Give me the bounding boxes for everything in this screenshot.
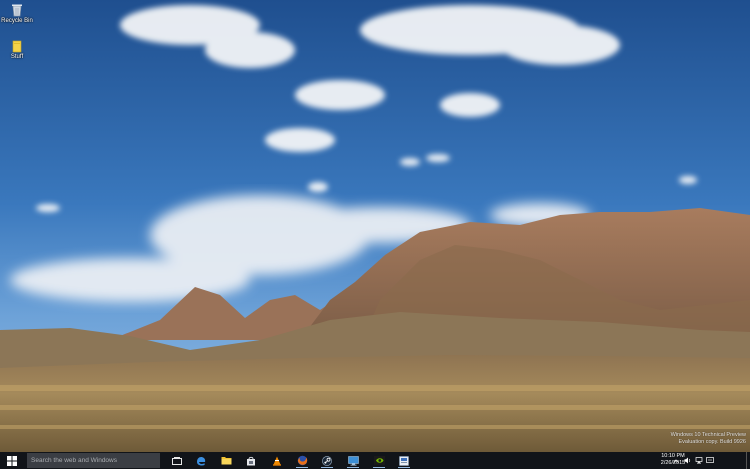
wallpaper-image — [0, 0, 750, 452]
input-icon — [705, 457, 714, 463]
taskbar-store[interactable] — [242, 453, 260, 468]
firefox-icon — [297, 455, 307, 466]
task-view-icon — [172, 456, 182, 465]
watermark-line-1: Windows 10 Technical Preview — [670, 432, 746, 438]
folder-icon — [12, 40, 22, 53]
watermark-line-2: Evaluation copy. Build 9926 — [678, 439, 746, 445]
taskbar-firefox[interactable] — [293, 453, 311, 468]
clock[interactable]: 10:10 PM 2/26/2015 — [651, 453, 695, 467]
desktop-icon-stuff[interactable]: Stuff — [0, 40, 34, 60]
taskbar-vlc[interactable] — [268, 453, 286, 468]
nvidia-icon — [373, 456, 385, 465]
taskbar-nvidia[interactable] — [370, 453, 388, 468]
taskbar: Search the web and Windows 10:10 PM 2/26… — [0, 452, 750, 469]
taskbar-task-view[interactable] — [168, 453, 186, 468]
taskbar-app[interactable] — [395, 453, 413, 468]
app-icon — [399, 455, 409, 466]
desktop-icon-label: Stuff — [10, 54, 24, 60]
clock-time: 10:10 PM — [661, 453, 685, 459]
edge-icon — [197, 456, 206, 466]
desktop[interactable]: Recycle Bin Stuff Windows 10 Technical P… — [0, 0, 750, 452]
steam-icon — [322, 455, 332, 466]
taskbar-file-explorer[interactable] — [217, 453, 235, 468]
file-explorer-icon — [221, 457, 231, 465]
tray-input[interactable] — [705, 456, 714, 465]
recycle-bin-icon — [12, 4, 22, 17]
tray-network[interactable] — [694, 456, 703, 465]
taskbar-remote-desktop[interactable] — [344, 453, 362, 468]
taskbar-steam[interactable] — [318, 453, 336, 468]
clock-date: 2/26/2015 — [660, 460, 686, 466]
taskbar-edge[interactable] — [192, 453, 210, 468]
desktop-icon-recycle-bin[interactable]: Recycle Bin — [0, 3, 34, 24]
search-placeholder: Search the web and Windows — [31, 457, 117, 464]
network-icon — [695, 457, 702, 464]
remote-desktop-icon — [347, 455, 359, 465]
show-desktop-button[interactable] — [746, 452, 750, 469]
evaluation-watermark: Windows 10 Technical Preview Evaluation … — [616, 432, 746, 446]
desktop-icon-label: Recycle Bin — [1, 18, 33, 24]
search-box[interactable]: Search the web and Windows — [27, 453, 160, 468]
store-icon — [247, 456, 255, 465]
vlc-icon — [273, 456, 281, 466]
start-button[interactable] — [0, 452, 24, 469]
windows-logo-icon — [7, 455, 17, 466]
